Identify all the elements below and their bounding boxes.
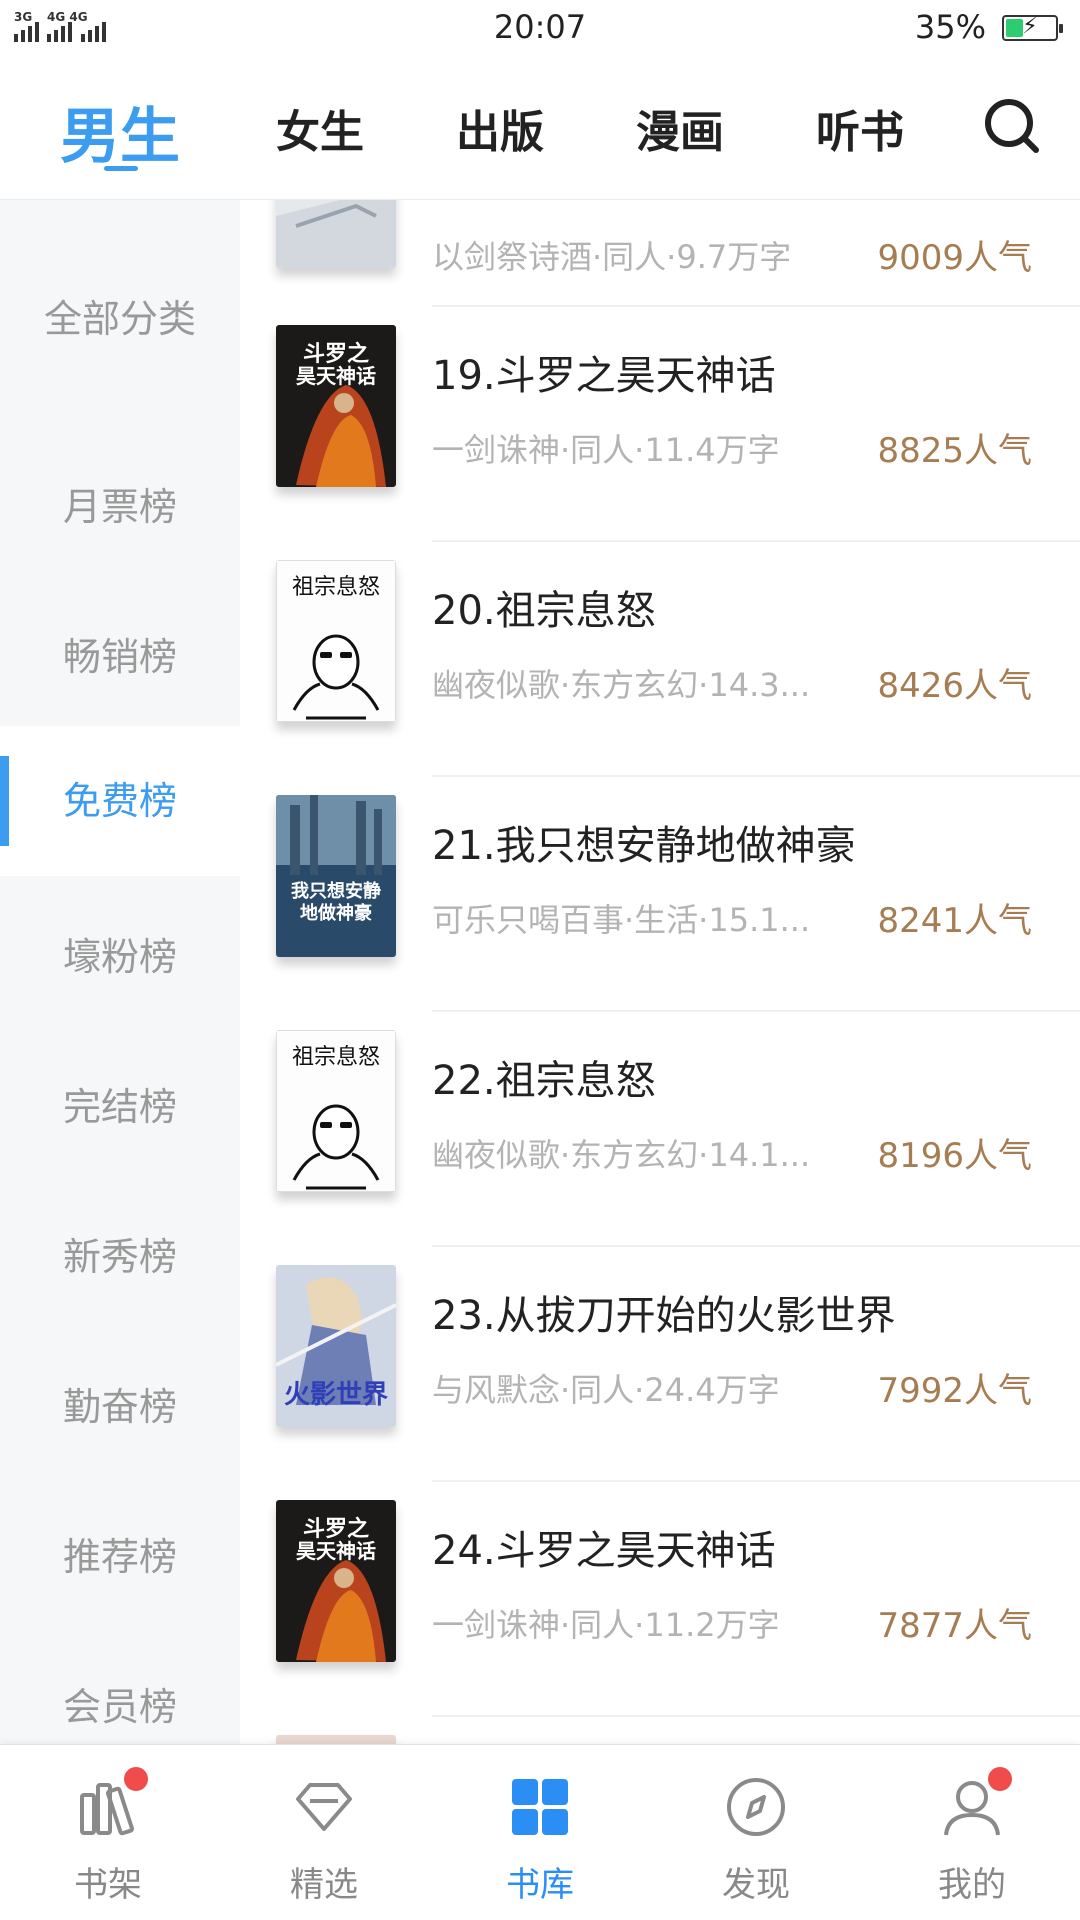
book-meta: 幽夜似歌·东方玄幻·14.1... [432,1136,811,1174]
grid-icon [512,1779,568,1835]
tab-label: 发现 [722,1865,790,1905]
list-item[interactable]: 祖宗息怒 20.祖宗息怒 幽夜似歌·东方玄幻·14.3... 8426人气 [240,542,1080,777]
tab-label: 我的 [938,1865,1006,1905]
list-item[interactable]: 祖宗息怒 22.祖宗息怒 幽夜似歌·东方玄幻·14.1... 8196人气 [240,1012,1080,1247]
book-cover: 火影世界 [276,1265,396,1427]
book-title: 21.我只想安静地做神豪 [432,823,856,869]
tab-discover[interactable]: 发现 [648,1745,864,1920]
compass-icon [727,1778,785,1836]
diamond-icon [296,1783,352,1831]
book-meta: 与风默念·同人·24.4万字 [432,1371,780,1409]
tab-library[interactable]: 书库 [432,1745,648,1920]
cover-title: 祖宗息怒 [292,575,380,600]
sidebar-active-indicator [0,756,9,846]
notification-badge [988,1767,1012,1791]
tab-publish[interactable]: 出版 [456,96,544,160]
book-cover: 斗罗之 昊天神话 [276,1500,396,1662]
sidebar-item-diligent[interactable]: 勤奋榜 [0,1376,240,1431]
sidebar-item-all-categories[interactable]: 全部分类 [0,288,240,343]
notification-badge [124,1767,148,1791]
list-item[interactable]: 斗罗之 昊天神话 24.斗罗之昊天神话 一剑诛神·同人·11.2万字 7877人气 [240,1482,1080,1717]
sidebar-item-free[interactable]: 免费榜 [0,726,240,876]
book-popularity: 8196人气 [877,1136,1032,1176]
battery-icon: ⚡ [1002,14,1063,41]
search-button[interactable] [982,96,1042,156]
sidebar-item-big-fans[interactable]: 壕粉榜 [0,926,240,981]
book-popularity: 9009人气 [877,238,1032,278]
book-title: 22.祖宗息怒 [432,1058,656,1104]
book-cover [276,1735,396,1744]
book-meta: 一剑诛神·同人·11.2万字 [432,1606,780,1644]
book-cover: 我只想安静 地做神豪 [276,795,396,957]
tab-label: 书架 [74,1865,142,1905]
book-cover [276,200,396,268]
book-cover: 祖宗息怒 [276,560,396,722]
book-meta: 幽夜似歌·东方玄幻·14.3... [432,666,811,704]
tab-audiobooks[interactable]: 听书 [816,96,904,160]
tab-featured[interactable]: 精选 [216,1745,432,1920]
sidebar-item-recommended[interactable]: 推荐榜 [0,1526,240,1581]
cover-title: 昊天神话 [296,1539,376,1563]
top-category-nav: 男生 女生 出版 漫画 听书 [0,60,1080,200]
book-popularity: 8241人气 [877,901,1032,941]
search-icon [985,99,1039,153]
cover-title: 昊天神话 [296,364,376,388]
cover-title: 火影世界 [284,1380,388,1410]
active-tab-indicator [104,166,138,171]
book-cover: 祖宗息怒 [276,1030,396,1192]
sidebar-item-bestseller[interactable]: 畅销榜 [0,626,240,681]
book-meta: 以剑祭诗酒·同人·9.7万字 [432,238,792,276]
cover-title: 祖宗息怒 [292,1045,380,1070]
sidebar-item-completed[interactable]: 完结榜 [0,1076,240,1131]
book-title: 20.祖宗息怒 [432,588,656,634]
book-title: 24.斗罗之昊天神话 [432,1528,776,1574]
cover-title: 我只想安静 [291,880,381,902]
book-popularity: 7877人气 [877,1606,1032,1646]
book-meta: 一剑诛神·同人·11.4万字 [432,431,780,469]
sidebar-item-member[interactable]: 会员榜 [0,1676,240,1731]
tab-label: 精选 [290,1865,358,1905]
status-bar: 3G 4G 4G 20:07 35% ⚡ [0,0,1080,60]
tab-bookshelf[interactable]: 书架 [0,1745,216,1920]
book-popularity: 8825人气 [877,431,1032,471]
list-item[interactable] [240,1717,1080,1744]
tab-female[interactable]: 女生 [276,96,364,160]
list-item[interactable]: 我只想安静 地做神豪 21.我只想安静地做神豪 可乐只喝百事·生活·15.1...… [240,777,1080,1012]
book-cover: 斗罗之 昊天神话 [276,325,396,487]
cover-title: 地做神豪 [300,902,372,924]
book-title: 23.从拔刀开始的火影世界 [432,1293,896,1339]
list-item[interactable]: 火影世界 23.从拔刀开始的火影世界 与风默念·同人·24.4万字 7992人气 [240,1247,1080,1482]
bottom-tab-bar: 书架 精选 书库 发现 我的 [0,1744,1080,1920]
book-popularity: 7992人气 [877,1371,1032,1411]
book-ranking-list: 以剑祭诗酒·同人·9.7万字 9009人气 斗罗之 昊天神话 19.斗罗之昊天神话… [240,200,1080,1744]
sidebar-item-monthly-ticket[interactable]: 月票榜 [0,476,240,531]
list-item[interactable]: 斗罗之 昊天神话 19.斗罗之昊天神话 一剑诛神·同人·11.4万字 8825人气 [240,307,1080,542]
book-meta: 可乐只喝百事·生活·15.1... [432,901,811,939]
battery-percent: 35% [914,8,986,46]
tab-label: 书库 [506,1865,574,1905]
tab-mine[interactable]: 我的 [864,1745,1080,1920]
book-title: 19.斗罗之昊天神话 [432,353,776,399]
tab-male[interactable]: 男生 [60,88,180,175]
book-popularity: 8426人气 [877,666,1032,706]
list-item[interactable]: 以剑祭诗酒·同人·9.7万字 9009人气 [240,200,1080,307]
tab-comics[interactable]: 漫画 [636,96,724,160]
sidebar-item-newcomer[interactable]: 新秀榜 [0,1226,240,1281]
ranking-sidebar: 全部分类 月票榜 畅销榜 免费榜 壕粉榜 完结榜 新秀榜 勤奋榜 推荐榜 会员榜 [0,200,240,1744]
